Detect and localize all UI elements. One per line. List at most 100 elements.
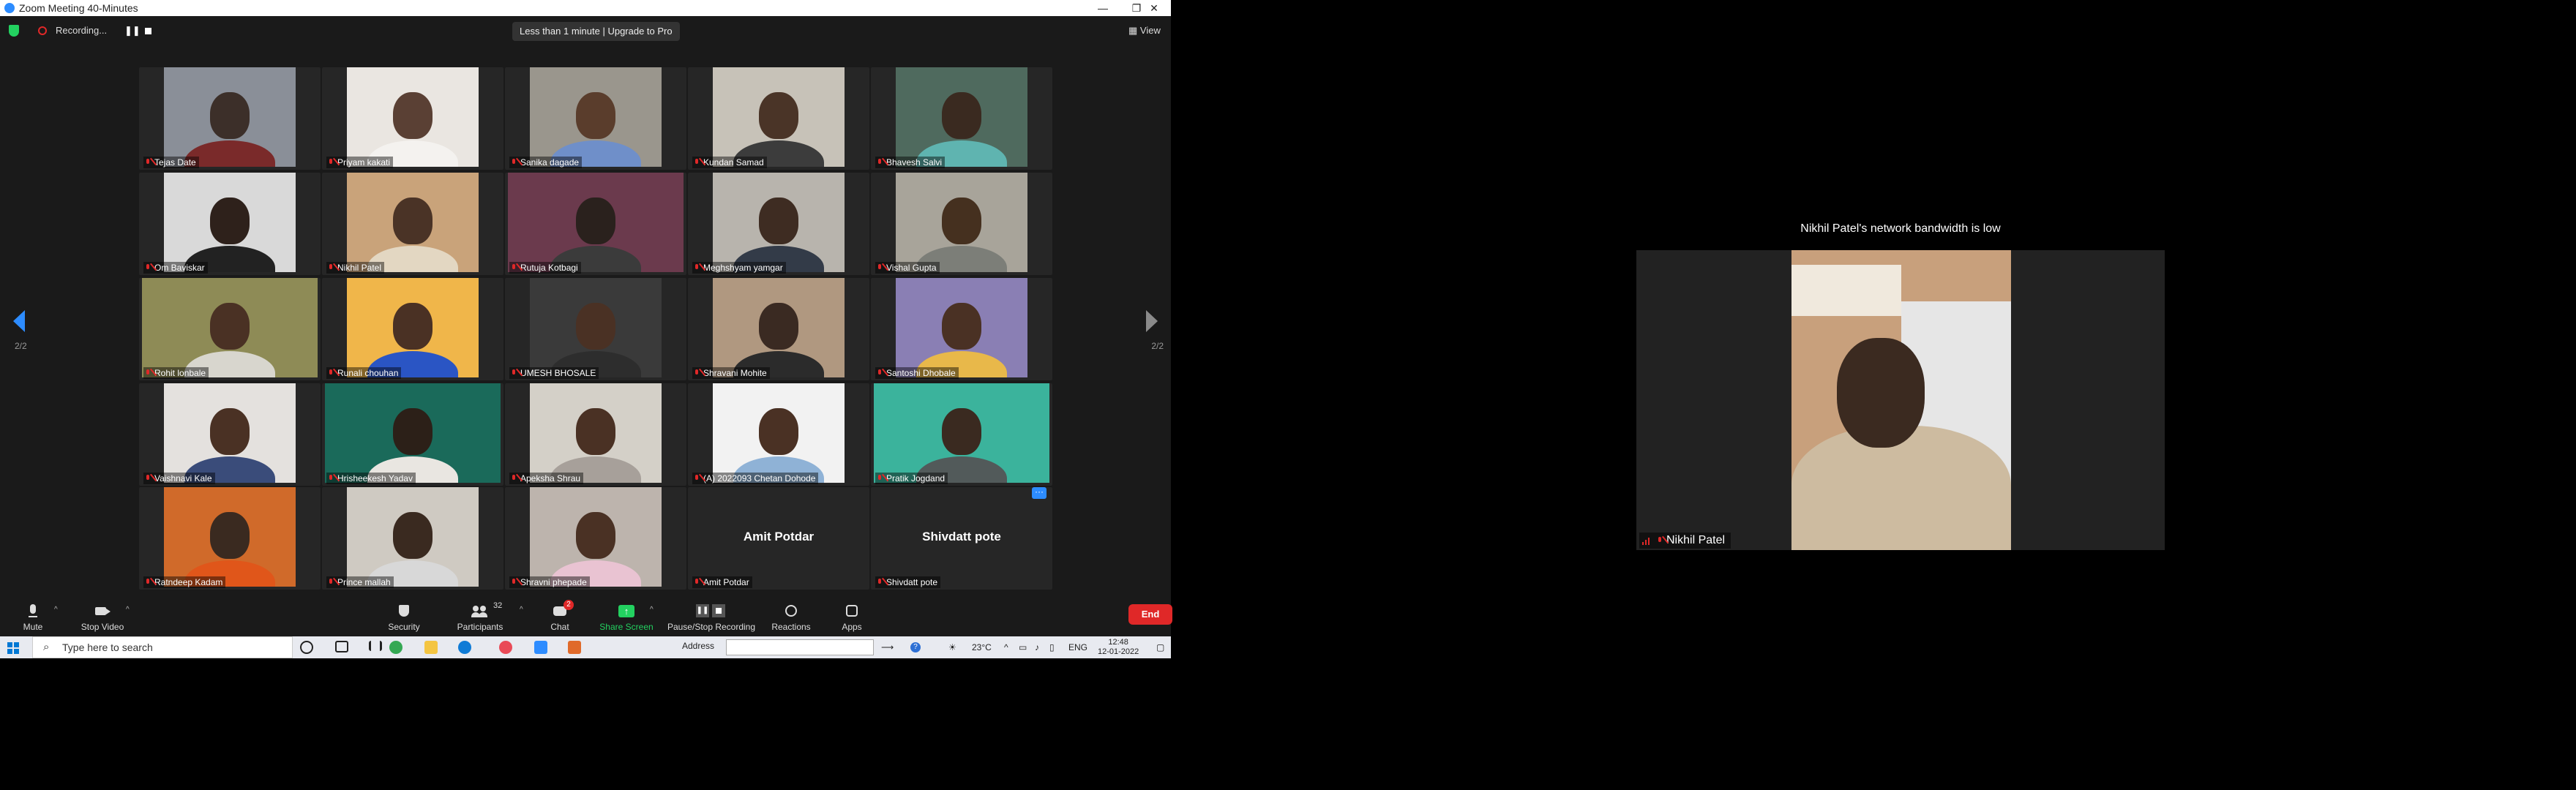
participant-video [530,67,662,167]
participant-tile[interactable]: Amit Potdar Amit Potdar [688,487,869,590]
address-go-icon[interactable]: ⟶ [881,642,894,652]
participants-label: Participants [457,622,503,632]
minimize-button[interactable]: — [1086,0,1120,16]
participant-name: Apeksha Shrau [520,473,581,484]
taskbar-search-box[interactable]: ⌕ Type here to search [32,636,293,658]
participant-name: Om Baviskar [154,263,205,273]
pause-stop-recording-button[interactable]: ❚❚ Pause/Stop Recording [666,592,757,641]
participant-tile[interactable]: Shravani Mohite [688,278,869,380]
participant-name: Bhavesh Salvi [886,157,943,168]
prev-page-arrow-icon[interactable] [13,310,25,332]
share-options-chevron-icon[interactable]: ^ [650,606,654,614]
share-screen-button[interactable]: ↑ Share Screen [599,592,654,641]
participant-name: Santoshi Dhobale [886,368,956,378]
participant-video [164,487,296,587]
participant-video [896,173,1027,272]
trial-notice[interactable]: Less than 1 minute | Upgrade to Pro [512,22,680,41]
speaker-name-tag: Nikhil Patel [1639,533,1731,549]
participant-name-tag: Vaishnavi Kale [143,473,215,484]
address-input[interactable] [726,639,874,655]
participant-name: Shravni phepade [520,577,587,587]
view-button[interactable]: ▦ View [1128,25,1161,37]
apps-icon [843,604,861,619]
participant-tile[interactable]: Hrisheekesh Yadav [322,383,503,486]
participants-button[interactable]: Participants [452,592,508,641]
bandwidth-notice: Nikhil Patel's network bandwidth is low [1800,222,2001,235]
participants-icon [471,604,489,619]
app-icon-orange[interactable] [568,641,581,654]
notifications-icon[interactable]: ▢ [1156,642,1164,652]
participant-tile[interactable]: UMESH BHOSALE [505,278,686,380]
app-icon-pinwheel[interactable] [499,641,512,654]
participant-tile[interactable]: Priyam kakati [322,67,503,170]
mute-options-chevron-icon[interactable]: ^ [54,606,58,614]
stop-video-button[interactable]: Stop Video [76,592,129,641]
participant-name-placeholder: Shivdatt pote [922,530,1001,543]
participant-tile[interactable]: Bhavesh Salvi [871,67,1052,170]
participant-tile[interactable]: Rutuja Kotbagi [505,173,686,275]
participant-name-tag: Meghshyam yamgar [692,262,786,274]
participant-tile[interactable]: Runali chouhan [322,278,503,380]
participant-tile[interactable]: Shivdatt pote Shivdatt pote [871,487,1052,590]
network-icon[interactable]: ▭ [1019,642,1027,652]
apps-button[interactable]: Apps [837,592,866,641]
participant-name: Kundan Samad [703,157,764,168]
share-screen-icon: ↑ [618,604,635,619]
muted-mic-icon [694,475,700,482]
participant-tile[interactable]: Om Baviskar [139,173,321,275]
muted-mic-icon [511,264,517,271]
cortana-icon[interactable] [300,641,313,654]
tray-chevron-icon[interactable]: ^ [1004,642,1008,652]
taskbar-clock[interactable]: 12:48 12-01-2022 [1098,638,1139,657]
weather-icon[interactable]: ☀ [948,642,956,652]
participant-video [713,173,845,272]
language-indicator[interactable]: ENG [1068,642,1087,652]
reactions-label: Reactions [771,622,811,632]
chrome-icon[interactable] [389,641,402,654]
shield-icon[interactable] [9,25,19,37]
participant-tile[interactable]: Sanika dagade [505,67,686,170]
participant-tile[interactable]: Vishal Gupta [871,173,1052,275]
windows-start-icon[interactable] [7,642,19,654]
participant-tile[interactable]: Kundan Samad [688,67,869,170]
participant-name: Hrisheekesh Yadav [337,473,413,484]
file-explorer-icon[interactable] [424,641,438,654]
participant-tile[interactable]: Nikhil Patel [322,173,503,275]
participant-name-tag: Rutuja Kotbagi [509,262,581,274]
more-options-icon[interactable]: ··· [1032,487,1046,499]
end-meeting-button[interactable]: End [1128,604,1172,625]
participant-name-tag: Hrisheekesh Yadav [326,473,416,484]
participant-name-tag: Nikhil Patel [326,262,385,274]
participant-tile[interactable]: Rohit lonbale [139,278,321,380]
security-button[interactable]: Security [383,592,424,641]
pause-stop-icon: ❚❚ [694,604,728,619]
participant-tile[interactable]: Pratik Jogdand [871,383,1052,486]
participants-options-chevron-icon[interactable]: ^ [520,606,523,614]
close-button[interactable]: ✕ [1137,0,1171,16]
mute-button[interactable]: Mute [16,592,50,641]
pause-recording-button[interactable]: ❚❚ [124,25,141,37]
help-icon[interactable]: ? [910,642,921,652]
task-view-icon[interactable] [335,641,348,652]
edge-icon[interactable] [458,641,471,654]
zoom-taskbar-icon[interactable] [534,641,547,654]
participant-video [530,487,662,587]
participant-tile[interactable]: (A) 2022093 Chetan Dohode [688,383,869,486]
participant-tile[interactable]: Ratndeep Kadam [139,487,321,590]
reactions-button[interactable]: Reactions [768,592,814,641]
participant-tile[interactable]: Apeksha Shrau [505,383,686,486]
participant-tile[interactable]: Vaishnavi Kale [139,383,321,486]
stop-recording-button[interactable] [145,28,151,34]
muted-mic-icon [877,369,883,377]
volume-icon[interactable]: ♪ [1035,642,1039,652]
participant-tile[interactable]: Meghshyam yamgar [688,173,869,275]
widgets-icon[interactable] [369,641,382,651]
video-options-chevron-icon[interactable]: ^ [126,606,130,614]
participant-tile[interactable]: Santoshi Dhobale [871,278,1052,380]
participant-tile[interactable]: Prince mallah [322,487,503,590]
participant-tile[interactable]: Tejas Date [139,67,321,170]
battery-icon[interactable]: ▯ [1049,642,1055,652]
participant-tile[interactable]: Shravni phepade [505,487,686,590]
next-page-arrow-icon[interactable] [1146,310,1158,332]
share-screen-label: Share Screen [599,622,654,632]
